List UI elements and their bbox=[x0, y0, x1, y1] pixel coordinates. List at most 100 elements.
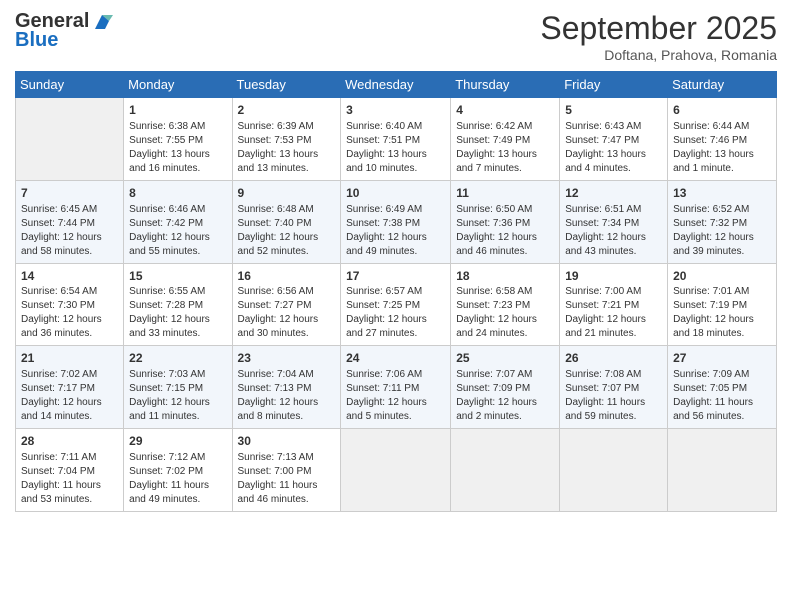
day-info-line: Daylight: 12 hours bbox=[238, 396, 336, 410]
day-number: 28 bbox=[21, 433, 118, 450]
day-info-line: Daylight: 12 hours bbox=[21, 396, 118, 410]
page-container: General Blue September 2025 Doftana, Pra… bbox=[0, 0, 792, 522]
calendar-header-row: SundayMondayTuesdayWednesdayThursdayFrid… bbox=[16, 72, 777, 98]
day-info-line: Daylight: 13 hours bbox=[129, 148, 226, 162]
day-info-line: and 46 minutes. bbox=[238, 493, 336, 507]
calendar-cell: 15Sunrise: 6:55 AMSunset: 7:28 PMDayligh… bbox=[124, 263, 232, 346]
day-info-line: Sunset: 7:02 PM bbox=[129, 465, 226, 479]
day-info-line: Sunset: 7:07 PM bbox=[565, 382, 662, 396]
day-info-line: Sunset: 7:19 PM bbox=[673, 299, 771, 313]
day-info-line: Daylight: 11 hours bbox=[673, 396, 771, 410]
month-title: September 2025 bbox=[540, 10, 777, 47]
day-info-line: Daylight: 12 hours bbox=[21, 231, 118, 245]
day-number: 13 bbox=[673, 185, 771, 202]
day-info-line: and 33 minutes. bbox=[129, 327, 226, 341]
day-number: 25 bbox=[456, 350, 554, 367]
day-number: 9 bbox=[238, 185, 336, 202]
day-info-line: Sunrise: 7:09 AM bbox=[673, 368, 771, 382]
day-info-line: Daylight: 12 hours bbox=[673, 231, 771, 245]
day-info-line: Sunset: 7:46 PM bbox=[673, 134, 771, 148]
day-info-line: and 11 minutes. bbox=[129, 410, 226, 424]
day-info-line: Sunset: 7:13 PM bbox=[238, 382, 336, 396]
day-info-line: and 56 minutes. bbox=[673, 410, 771, 424]
day-info-line: and 1 minute. bbox=[673, 162, 771, 176]
day-number: 2 bbox=[238, 102, 336, 119]
day-number: 12 bbox=[565, 185, 662, 202]
calendar-week-3: 14Sunrise: 6:54 AMSunset: 7:30 PMDayligh… bbox=[16, 263, 777, 346]
day-number: 11 bbox=[456, 185, 554, 202]
day-info-line: Daylight: 12 hours bbox=[129, 396, 226, 410]
day-info-line: Sunrise: 7:13 AM bbox=[238, 451, 336, 465]
calendar-cell bbox=[16, 98, 124, 181]
day-info-line: Sunset: 7:47 PM bbox=[565, 134, 662, 148]
calendar-cell bbox=[341, 429, 451, 512]
day-info-line: and 59 minutes. bbox=[565, 410, 662, 424]
calendar-table: SundayMondayTuesdayWednesdayThursdayFrid… bbox=[15, 71, 777, 512]
day-info-line: and 5 minutes. bbox=[346, 410, 445, 424]
day-info-line: Sunset: 7:42 PM bbox=[129, 217, 226, 231]
day-info-line: Sunrise: 6:45 AM bbox=[21, 203, 118, 217]
calendar-cell: 9Sunrise: 6:48 AMSunset: 7:40 PMDaylight… bbox=[232, 180, 341, 263]
day-info-line: Sunrise: 7:03 AM bbox=[129, 368, 226, 382]
day-info-line: Daylight: 13 hours bbox=[565, 148, 662, 162]
day-info-line: and 53 minutes. bbox=[21, 493, 118, 507]
day-number: 10 bbox=[346, 185, 445, 202]
day-info-line: Sunset: 7:05 PM bbox=[673, 382, 771, 396]
day-info-line: and 16 minutes. bbox=[129, 162, 226, 176]
day-info-line: Sunset: 7:53 PM bbox=[238, 134, 336, 148]
day-number: 14 bbox=[21, 268, 118, 285]
calendar-cell: 22Sunrise: 7:03 AMSunset: 7:15 PMDayligh… bbox=[124, 346, 232, 429]
day-info-line: and 43 minutes. bbox=[565, 245, 662, 259]
calendar-cell bbox=[560, 429, 668, 512]
day-info-line: Sunrise: 6:55 AM bbox=[129, 285, 226, 299]
day-info-line: Daylight: 12 hours bbox=[565, 231, 662, 245]
day-info-line: and 52 minutes. bbox=[238, 245, 336, 259]
calendar-cell: 8Sunrise: 6:46 AMSunset: 7:42 PMDaylight… bbox=[124, 180, 232, 263]
day-info-line: Daylight: 13 hours bbox=[673, 148, 771, 162]
day-info-line: Daylight: 11 hours bbox=[238, 479, 336, 493]
calendar-cell: 20Sunrise: 7:01 AMSunset: 7:19 PMDayligh… bbox=[668, 263, 777, 346]
day-info-line: Sunrise: 7:12 AM bbox=[129, 451, 226, 465]
day-info-line: Daylight: 11 hours bbox=[565, 396, 662, 410]
calendar-cell: 21Sunrise: 7:02 AMSunset: 7:17 PMDayligh… bbox=[16, 346, 124, 429]
day-info-line: Sunrise: 6:38 AM bbox=[129, 120, 226, 134]
day-number: 23 bbox=[238, 350, 336, 367]
day-number: 30 bbox=[238, 433, 336, 450]
day-info-line: and 4 minutes. bbox=[565, 162, 662, 176]
day-info-line: Sunset: 7:55 PM bbox=[129, 134, 226, 148]
day-info-line: and 49 minutes. bbox=[129, 493, 226, 507]
day-number: 27 bbox=[673, 350, 771, 367]
calendar-cell: 27Sunrise: 7:09 AMSunset: 7:05 PMDayligh… bbox=[668, 346, 777, 429]
calendar-cell: 1Sunrise: 6:38 AMSunset: 7:55 PMDaylight… bbox=[124, 98, 232, 181]
day-header-sunday: Sunday bbox=[16, 72, 124, 98]
calendar-cell: 28Sunrise: 7:11 AMSunset: 7:04 PMDayligh… bbox=[16, 429, 124, 512]
calendar-cell: 12Sunrise: 6:51 AMSunset: 7:34 PMDayligh… bbox=[560, 180, 668, 263]
day-info-line: and 7 minutes. bbox=[456, 162, 554, 176]
calendar-cell: 18Sunrise: 6:58 AMSunset: 7:23 PMDayligh… bbox=[451, 263, 560, 346]
calendar-cell: 3Sunrise: 6:40 AMSunset: 7:51 PMDaylight… bbox=[341, 98, 451, 181]
day-info-line: and 21 minutes. bbox=[565, 327, 662, 341]
calendar-cell: 7Sunrise: 6:45 AMSunset: 7:44 PMDaylight… bbox=[16, 180, 124, 263]
header: General Blue September 2025 Doftana, Pra… bbox=[15, 10, 777, 63]
day-info-line: Sunset: 7:09 PM bbox=[456, 382, 554, 396]
day-info-line: Daylight: 13 hours bbox=[238, 148, 336, 162]
day-info-line: and 10 minutes. bbox=[346, 162, 445, 176]
day-info-line: Daylight: 11 hours bbox=[21, 479, 118, 493]
day-info-line: Sunrise: 6:54 AM bbox=[21, 285, 118, 299]
calendar-cell: 23Sunrise: 7:04 AMSunset: 7:13 PMDayligh… bbox=[232, 346, 341, 429]
day-number: 22 bbox=[129, 350, 226, 367]
day-info-line: Sunrise: 6:48 AM bbox=[238, 203, 336, 217]
calendar-cell: 17Sunrise: 6:57 AMSunset: 7:25 PMDayligh… bbox=[341, 263, 451, 346]
day-info-line: Daylight: 12 hours bbox=[129, 313, 226, 327]
calendar-cell: 16Sunrise: 6:56 AMSunset: 7:27 PMDayligh… bbox=[232, 263, 341, 346]
day-info-line: Sunrise: 7:04 AM bbox=[238, 368, 336, 382]
calendar-cell: 5Sunrise: 6:43 AMSunset: 7:47 PMDaylight… bbox=[560, 98, 668, 181]
day-number: 15 bbox=[129, 268, 226, 285]
day-info-line: and 30 minutes. bbox=[238, 327, 336, 341]
day-number: 1 bbox=[129, 102, 226, 119]
day-info-line: Sunset: 7:11 PM bbox=[346, 382, 445, 396]
day-info-line: Sunrise: 7:01 AM bbox=[673, 285, 771, 299]
calendar-cell bbox=[451, 429, 560, 512]
day-info-line: and 49 minutes. bbox=[346, 245, 445, 259]
day-info-line: Sunset: 7:40 PM bbox=[238, 217, 336, 231]
